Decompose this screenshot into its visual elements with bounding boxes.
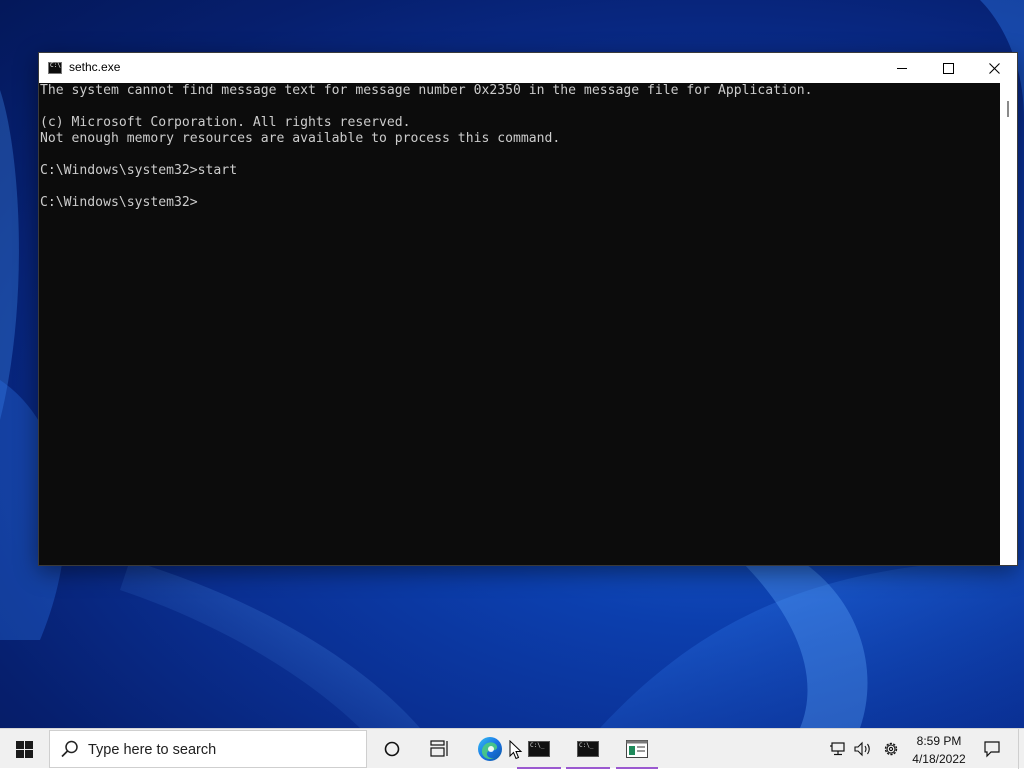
minimize-icon	[897, 67, 907, 69]
close-icon	[988, 62, 1000, 74]
console-line: (c) Microsoft Corporation. All rights re…	[40, 115, 411, 130]
console-line: The system cannot find message text for …	[40, 83, 813, 98]
console-line: Not enough memory resources are availabl…	[40, 131, 561, 146]
cmd-icon	[48, 62, 62, 74]
vertical-scrollbar[interactable]	[1000, 83, 1017, 565]
cmd-icon	[577, 741, 599, 757]
taskbar-search-box[interactable]: Type here to search	[49, 730, 367, 768]
show-desktop-button[interactable]	[1018, 729, 1024, 769]
maximize-icon	[942, 62, 954, 74]
title-bar[interactable]: sethc.exe	[39, 53, 1017, 83]
taskbar-cmd-1[interactable]	[517, 729, 561, 769]
windows-logo-icon	[15, 740, 33, 758]
notification-center-button[interactable]	[978, 729, 1006, 769]
volume-button[interactable]	[852, 729, 874, 769]
volume-icon	[854, 741, 870, 757]
task-view-icon	[430, 740, 448, 757]
cortana-button[interactable]	[369, 729, 415, 769]
notification-icon	[984, 741, 1000, 758]
search-placeholder: Type here to search	[88, 742, 217, 758]
clock-time: 8:59 PM	[916, 734, 962, 748]
start-button[interactable]	[0, 729, 48, 769]
settings-button[interactable]	[879, 729, 903, 769]
window-title: sethc.exe	[69, 60, 121, 74]
taskbar-window-manager[interactable]	[616, 729, 658, 769]
console-window[interactable]: sethc.exe The system cannot find message…	[38, 52, 1018, 566]
window-manager-icon	[626, 740, 648, 758]
clock-date: 4/18/2022	[912, 752, 966, 766]
console-output[interactable]: The system cannot find message text for …	[39, 83, 999, 565]
console-line: C:\Windows\system32>start	[40, 163, 238, 178]
mouse-pointer-icon	[509, 740, 523, 760]
taskbar-cmd-2[interactable]	[566, 729, 610, 769]
minimize-button[interactable]	[879, 53, 925, 83]
cmd-icon	[528, 741, 550, 757]
command-prompt-line[interactable]: C:\Windows\system32>	[39, 195, 999, 211]
task-view-button[interactable]	[417, 729, 463, 769]
gear-icon	[884, 742, 898, 756]
taskbar-edge[interactable]	[467, 729, 513, 769]
search-icon	[61, 740, 78, 758]
cortana-circle-icon	[384, 741, 400, 757]
close-button[interactable]	[971, 53, 1017, 83]
taskbar-clock[interactable]: 8:59 PM 4/18/2022	[906, 732, 972, 768]
network-icon	[830, 742, 845, 756]
scrollbar-thumb[interactable]	[1007, 101, 1009, 117]
maximize-button[interactable]	[925, 53, 971, 83]
edge-icon	[478, 737, 502, 761]
network-button[interactable]	[828, 729, 850, 769]
